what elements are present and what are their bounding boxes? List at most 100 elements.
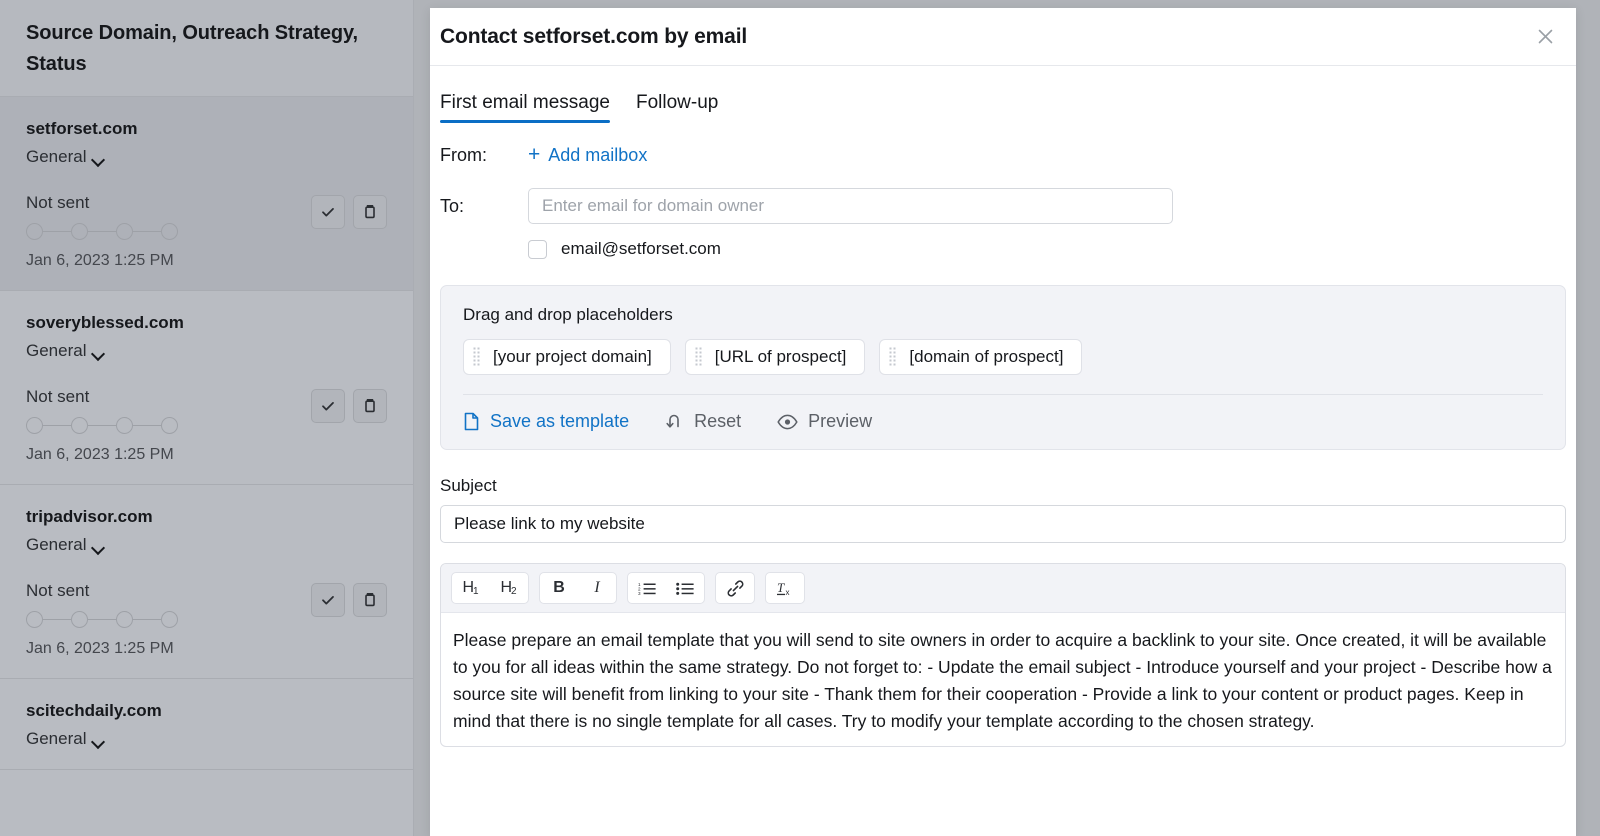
placeholders-panel: Drag and drop placeholders [your project… <box>440 285 1566 450</box>
strategy-selector[interactable]: General <box>26 147 387 167</box>
placeholder-chip-label: [your project domain] <box>493 347 652 366</box>
trash-icon <box>365 593 375 607</box>
progress-connector <box>133 230 161 233</box>
heading-1-button[interactable]: H1 <box>452 573 490 603</box>
plus-icon: + <box>528 143 541 166</box>
close-button[interactable] <box>1532 24 1558 50</box>
italic-button[interactable]: I <box>578 573 616 603</box>
delete-button[interactable] <box>353 195 387 229</box>
sidebar-item-scitechdaily[interactable]: scitechdaily.com General <box>0 679 413 770</box>
chevron-down-icon <box>93 543 104 550</box>
bullet-list-button[interactable] <box>666 573 704 603</box>
progress-steps <box>26 417 311 434</box>
status-text: Not sent <box>26 581 90 600</box>
suggested-email-row[interactable]: email@setforset.com <box>528 239 1566 259</box>
strategy-selector[interactable]: General <box>26 535 387 555</box>
bold-button[interactable]: B <box>540 573 578 603</box>
delete-button[interactable] <box>353 583 387 617</box>
domain-name: setforset.com <box>26 119 138 138</box>
drag-handle-icon[interactable] <box>694 347 703 367</box>
to-label: To: <box>440 195 465 216</box>
tab-label: First email message <box>440 92 610 113</box>
timestamp: Jan 6, 2023 1:25 PM <box>26 640 174 657</box>
drag-handle-icon[interactable] <box>473 347 481 367</box>
placeholder-chip-domain-of-prospect[interactable]: [domain of prospect] <box>879 339 1083 375</box>
progress-connector <box>133 618 161 621</box>
link-button[interactable] <box>716 573 754 603</box>
list-group: 1 2 3 <box>627 572 705 604</box>
progress-steps <box>26 223 311 240</box>
domain-name: soveryblessed.com <box>26 313 184 332</box>
preview-button[interactable]: Preview <box>777 411 872 432</box>
strategy-selector[interactable]: General <box>26 729 387 749</box>
ordered-list-button[interactable]: 1 2 3 <box>628 573 666 603</box>
email-body-text[interactable]: Please prepare an email template that yo… <box>441 613 1565 746</box>
to-row: To: <box>440 188 1566 224</box>
sidebar-item-tripadvisor[interactable]: tripadvisor.com General Not sent Jan 6, … <box>0 485 413 679</box>
undo-icon <box>666 414 679 428</box>
save-as-template-button[interactable]: Save as template <box>463 411 629 432</box>
heading-2-button[interactable]: H2 <box>490 573 528 603</box>
svg-text:3: 3 <box>638 591 641 596</box>
editor-toolbar: H1 H2 B I 1 2 3 T x <box>441 564 1565 613</box>
row-actions <box>311 195 387 229</box>
placeholder-chip-project-domain[interactable]: [your project domain] <box>463 339 671 375</box>
progress-step-1 <box>26 223 43 240</box>
modal-overlay-left <box>414 0 430 836</box>
tab-first-email-message[interactable]: First email message <box>440 92 610 123</box>
reset-label: Reset <box>694 411 742 431</box>
clear-formatting-button[interactable]: T x <box>766 573 804 603</box>
svg-text:x: x <box>786 588 790 597</box>
sidebar-item-setforset[interactable]: setforset.com General Not sent Jan 6, 20… <box>0 97 413 291</box>
close-icon <box>1538 29 1552 44</box>
status-text: Not sent <box>26 387 90 406</box>
bullet-list-icon <box>676 582 694 595</box>
modal-body: First email message Follow-up From: + Ad… <box>430 66 1576 747</box>
add-mailbox-button[interactable]: + Add mailbox <box>528 143 647 166</box>
delete-button[interactable] <box>353 389 387 423</box>
mark-done-button[interactable] <box>311 583 345 617</box>
progress-connector <box>43 230 71 233</box>
chevron-down-icon <box>93 349 104 356</box>
strategy-label: General <box>26 341 87 360</box>
heading-group: H1 H2 <box>451 572 529 604</box>
mark-done-button[interactable] <box>311 195 345 229</box>
placeholders-title: Drag and drop placeholders <box>463 305 673 324</box>
progress-step-3 <box>116 417 133 434</box>
mark-done-button[interactable] <box>311 389 345 423</box>
placeholder-chip-label: [URL of prospect] <box>714 347 847 366</box>
tab-label: Follow-up <box>636 92 719 113</box>
modal-overlay-top <box>414 0 1600 8</box>
to-email-input[interactable] <box>528 188 1173 224</box>
sidebar-item-soveryblessed[interactable]: soveryblessed.com General Not sent Jan 6… <box>0 291 413 485</box>
trash-icon <box>365 205 375 219</box>
placeholder-chips: [your project domain] [URL of prospect] … <box>463 339 1543 375</box>
subject-label: Subject <box>440 476 497 495</box>
clear-formatting-icon: T x <box>777 580 790 597</box>
progress-step-2 <box>71 417 88 434</box>
panel-divider <box>463 394 1543 395</box>
progress-step-4 <box>161 223 178 240</box>
progress-step-4 <box>161 611 178 628</box>
timestamp: Jan 6, 2023 1:25 PM <box>26 252 174 269</box>
subject-input[interactable] <box>440 505 1566 543</box>
strategy-label: General <box>26 147 87 166</box>
row-actions <box>311 583 387 617</box>
from-label: From: <box>440 145 487 165</box>
ordered-list-icon: 1 2 3 <box>638 582 656 596</box>
outreach-sidebar: Source Domain, Outreach Strategy, Status… <box>0 0 414 836</box>
trash-icon <box>365 399 375 413</box>
clear-formatting-group: T x <box>765 572 805 604</box>
status-block: Not sent Jan 6, 2023 1:25 PM <box>26 387 387 464</box>
status-block: Not sent Jan 6, 2023 1:25 PM <box>26 193 387 270</box>
reset-button[interactable]: Reset <box>665 411 741 432</box>
check-icon <box>322 596 334 605</box>
placeholder-chip-url-of-prospect[interactable]: [URL of prospect] <box>684 339 866 375</box>
suggested-email-checkbox[interactable] <box>528 239 547 259</box>
sidebar-header: Source Domain, Outreach Strategy, Status <box>0 0 413 97</box>
drag-handle-icon[interactable] <box>889 347 898 367</box>
progress-step-2 <box>71 223 88 240</box>
tab-follow-up[interactable]: Follow-up <box>636 92 718 123</box>
strategy-selector[interactable]: General <box>26 341 387 361</box>
text-style-group: B I <box>539 572 617 604</box>
